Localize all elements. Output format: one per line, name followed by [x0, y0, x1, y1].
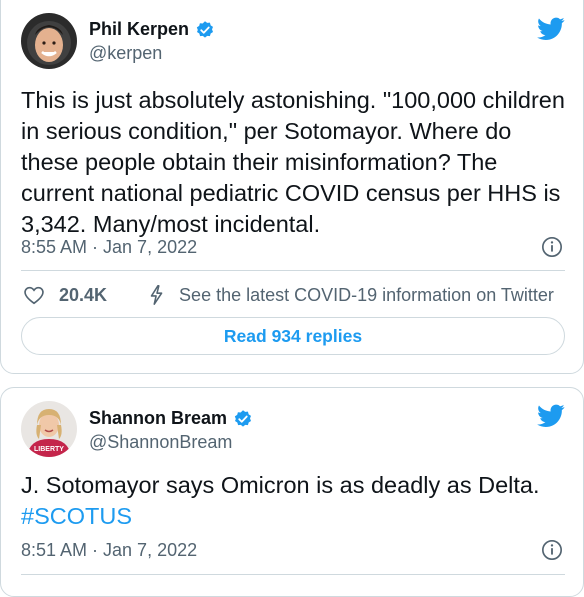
tweet-text: This is just absolutely astonishing. "10…: [21, 87, 565, 237]
author-avatar[interactable]: [21, 13, 77, 69]
heart-icon[interactable]: [23, 284, 45, 306]
tweet-card-bream[interactable]: LIBERTY Shannon Bream @ShannonBream J. S…: [0, 387, 584, 597]
verified-badge-icon: [234, 409, 252, 427]
divider: [21, 574, 565, 575]
read-replies-label: Read 934 replies: [223, 325, 363, 346]
divider: [21, 270, 565, 271]
author-avatar[interactable]: LIBERTY: [21, 401, 77, 457]
covid-info-link[interactable]: See the latest COVID-19 information on T…: [179, 285, 554, 306]
tweet-timestamp[interactable]: 8:55 AM · Jan 7, 2022: [21, 237, 197, 258]
info-icon[interactable]: [541, 236, 563, 258]
author-name[interactable]: Shannon Bream: [89, 408, 227, 429]
tweet-text: J. Sotomayor says Omicron is as deadly a…: [21, 470, 577, 532]
author-handle[interactable]: @ShannonBream: [89, 432, 232, 453]
info-icon[interactable]: [541, 539, 563, 561]
read-replies-button[interactable]: Read 934 replies: [21, 317, 565, 355]
tweet-text-line: J. Sotomayor says Omicron is as deadly a…: [21, 472, 540, 498]
twitter-bird-icon[interactable]: [537, 17, 565, 41]
author-name[interactable]: Phil Kerpen: [89, 19, 189, 40]
bolt-icon: [150, 285, 163, 305]
hashtag-link[interactable]: #SCOTUS: [21, 501, 577, 532]
twitter-bird-icon[interactable]: [537, 404, 565, 428]
tweet-timestamp[interactable]: 8:51 AM · Jan 7, 2022: [21, 540, 197, 561]
author-handle[interactable]: @kerpen: [89, 43, 162, 64]
like-count[interactable]: 20.4K: [59, 285, 107, 306]
svg-text:LIBERTY: LIBERTY: [34, 446, 64, 453]
verified-badge-icon: [196, 20, 214, 38]
tweet-card-kerpen[interactable]: Phil Kerpen @kerpen This is just absolut…: [0, 0, 584, 374]
